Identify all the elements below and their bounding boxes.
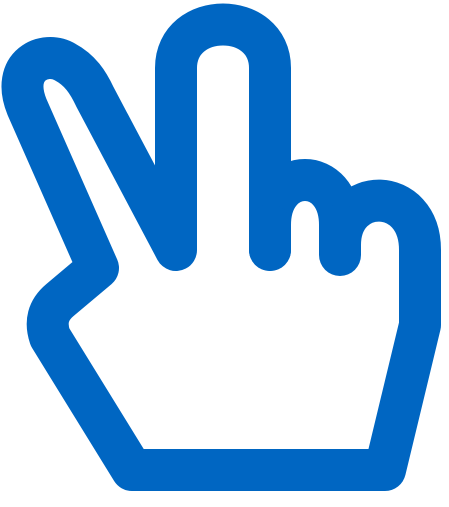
- icon-canvas: [0, 0, 449, 507]
- victory-hand-icon: [1, 3, 441, 491]
